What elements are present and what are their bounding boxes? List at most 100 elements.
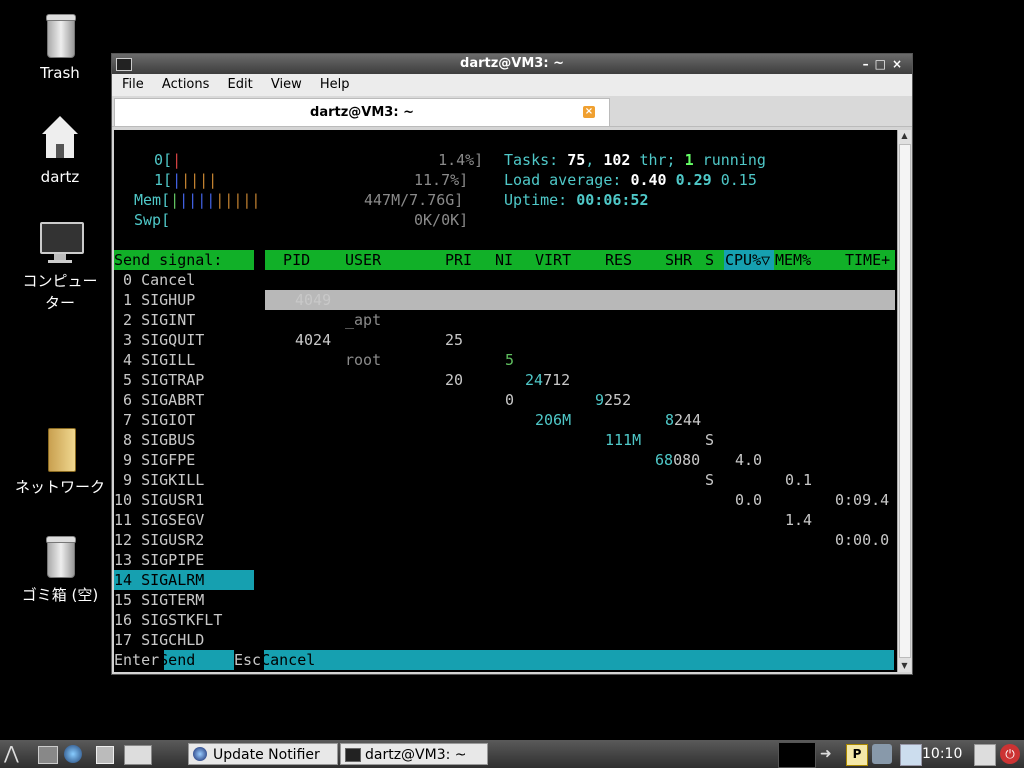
lock-screen-icon[interactable] [974,744,996,766]
signal-item[interactable]: 9 SIGFPE [114,450,195,470]
minimize-icon[interactable]: – [863,57,875,71]
load-average: Load average: 0.40 0.29 0.15 [504,171,757,189]
col-time[interactable]: TIME+ [845,250,890,270]
window-titlebar[interactable]: dartz@VM3: ~ –□× [112,54,912,74]
cpu-monitor-icon[interactable] [778,742,816,768]
terminal-icon [116,58,132,71]
signal-item[interactable]: 6 SIGABRT [114,390,204,410]
col-res[interactable]: RES [605,250,632,270]
cpu0-value: 1.4%] [438,151,484,169]
desktop-icon-computer[interactable]: コンピュー ター [5,220,115,314]
desktop-icon-home[interactable]: dartz [5,116,115,188]
home-folder-icon [38,116,82,162]
window-title: dartz@VM3: ~ [460,56,564,71]
cpu0-meter: 0[| [154,151,182,169]
menu-help[interactable]: Help [320,77,350,92]
signal-item[interactable]: 16 SIGSTKFLT [114,610,222,630]
taskbar-update-notifier[interactable]: Update Notifier [188,743,338,765]
menu-file[interactable]: File [122,77,144,92]
col-user[interactable]: USER [345,250,381,270]
terminal-window: dartz@VM3: ~ –□× File Actions Edit View … [111,53,913,675]
scroll-up-icon[interactable]: ▲ [898,130,911,142]
col-cpu[interactable]: CPU%▽ [725,250,770,270]
trash-icon [38,534,82,580]
signal-item[interactable]: 17 SIGCHLD [114,630,204,650]
signal-item[interactable]: 11 SIGSEGV [114,510,204,530]
col-s[interactable]: S [705,250,714,270]
menu-view[interactable]: View [271,77,302,92]
col-mem[interactable]: MEM% [775,250,811,270]
signal-item[interactable]: 3 SIGQUIT [114,330,204,350]
arrow-icon[interactable]: ➜ [820,744,840,764]
footer-esc-key[interactable]: EscCancel [234,650,315,670]
terminal-scrollbar[interactable]: ▲ ▼ [897,130,911,672]
scrollbar-thumb[interactable] [899,144,911,658]
close-tab-icon[interactable]: × [583,106,595,118]
taskbar: ⋀ Update Notifier dartz@VM3: ~ ➜ P 10:10… [0,740,1024,768]
signal-item[interactable]: 12 SIGUSR2 [114,530,204,550]
desktop-icon-label: コンピュー ター [22,272,98,312]
menu-actions[interactable]: Actions [162,77,210,92]
process-row[interactable]: 4024 root 20 0 206M 111M 68080 S 0.0 1.4… [265,310,895,570]
signal-item[interactable]: 2 SIGINT [114,310,195,330]
menu-bar: File Actions Edit View Help [112,74,912,96]
signal-item[interactable]: 10 SIGUSR1 [114,490,204,510]
tab-title: dartz@VM3: ~ [310,105,414,120]
mem-value: 447M/7.76G] [364,191,464,209]
maximize-icon[interactable]: □ [875,57,892,71]
taskbar-terminal[interactable]: dartz@VM3: ~ [340,743,488,765]
show-desktop-icon[interactable] [96,746,114,764]
computer-icon [38,220,84,266]
desktop-icon-label: dartz [40,168,80,186]
file-manager-icon[interactable] [38,746,58,764]
signal-item[interactable]: 5 SIGTRAP [114,370,204,390]
col-ni[interactable]: NI [495,250,513,270]
clipboard-icon[interactable]: P [846,744,868,766]
signal-item[interactable]: 7 SIGIOT [114,410,195,430]
terminal-launcher-icon[interactable] [124,745,152,765]
tasks-summary: Tasks: 75, 102 thr; 1 running [504,151,766,169]
desktop-icon-trash-empty[interactable]: ゴミ箱 (空) [5,534,115,606]
terminal-area[interactable]: 0[| 1.4%] 1[||||| 11.7%] Mem[|||||||||| … [114,130,898,672]
close-icon[interactable]: × [892,57,908,71]
trash-icon [38,12,82,58]
clock[interactable]: 10:10 [922,740,962,768]
swp-value: 0K/0K] [414,211,469,229]
signal-item[interactable]: 13 SIGPIPE [114,550,204,570]
desktop-icon-label: ゴミ箱 (空) [21,586,99,604]
footer-bar [114,650,894,670]
col-virt[interactable]: VIRT [535,250,571,270]
signal-item[interactable]: 9 SIGKILL [114,470,204,490]
desktop-icon-network[interactable]: ネットワーク [5,426,115,498]
volume-icon[interactable] [900,744,922,766]
signal-item[interactable]: 1 SIGHUP [114,290,195,310]
desktop-icon-label: ネットワーク [14,478,105,496]
desktop-icon-trash[interactable]: Trash [5,12,115,84]
signal-item-selected[interactable]: 14 SIGALRM [114,570,204,590]
start-menu-icon[interactable]: ⋀ [4,744,30,764]
tab-terminal[interactable]: dartz@VM3: ~ × [114,98,610,126]
signal-item[interactable]: 0 Cancel [114,270,195,290]
network-icon[interactable] [872,744,892,764]
power-icon[interactable]: ⏻ [1000,744,1020,764]
cpu1-value: 11.7%] [414,171,469,189]
col-pri[interactable]: PRI [445,250,472,270]
signal-item[interactable]: 8 SIGBUS [114,430,195,450]
signal-item[interactable]: 4 SIGILL [114,350,195,370]
scroll-down-icon[interactable]: ▼ [898,660,911,672]
col-pid[interactable]: PID [265,250,310,270]
browser-icon[interactable] [64,745,82,763]
update-notifier-icon [193,747,207,761]
desktop-icon-label: Trash [40,64,80,82]
network-folder-icon [38,426,82,472]
footer-enter-key[interactable]: EnterSend [114,650,213,670]
signal-item[interactable]: 15 SIGTERM [114,590,204,610]
uptime: Uptime: 00:06:52 [504,191,649,209]
tab-bar: dartz@VM3: ~ × [112,96,912,127]
mem-meter: Mem[|||||||||| [134,191,261,209]
swp-meter: Swp[ [134,211,171,229]
menu-edit[interactable]: Edit [228,77,253,92]
col-shr[interactable]: SHR [665,250,692,270]
cpu1-meter: 1[||||| [154,171,218,189]
terminal-icon [345,748,361,762]
